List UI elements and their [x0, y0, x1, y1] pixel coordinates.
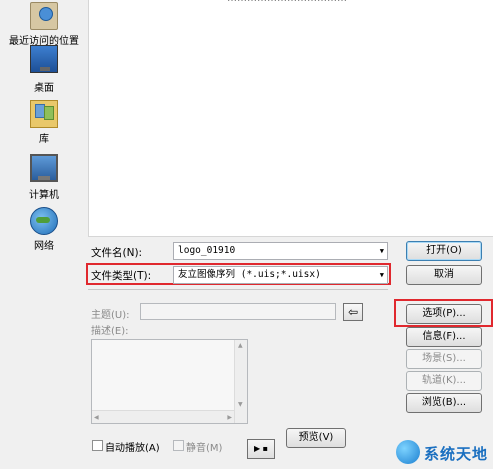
file-list-pane[interactable]: ………………………………: [88, 0, 493, 237]
libraries-icon: [30, 100, 58, 128]
watermark: 系统天地: [388, 437, 493, 469]
info-button[interactable]: 信息(F)...: [406, 327, 482, 347]
subject-input[interactable]: [140, 303, 336, 320]
place-network-label: 网络: [34, 241, 54, 252]
scroll-up-icon[interactable]: ▲: [238, 342, 243, 349]
track-button[interactable]: 轨道(K)...: [406, 371, 482, 391]
filename-label: 文件名(N):: [91, 247, 143, 259]
scroll-left-icon[interactable]: ◀: [94, 414, 99, 421]
place-desktop-label: 桌面: [34, 83, 54, 94]
description-label: 描述(E):: [91, 326, 129, 337]
place-recent[interactable]: 最近访问的位置: [0, 2, 88, 47]
filename-value: logo_01910: [178, 245, 236, 256]
filetype-label: 文件类型(T):: [91, 270, 152, 282]
network-icon: [30, 207, 58, 235]
preview-button[interactable]: 预览(V): [286, 428, 346, 448]
autoplay-checkbox[interactable]: [92, 440, 103, 451]
filetype-value-ext: (*.uis;*.uisx): [235, 269, 321, 280]
scene-button[interactable]: 场景(S)...: [406, 349, 482, 369]
divider: [88, 289, 388, 290]
chevron-down-icon[interactable]: ▼: [380, 243, 384, 259]
computer-icon: [30, 154, 58, 182]
arrow-left-icon: ⇦: [347, 305, 359, 319]
mute-label: 静音(M): [186, 443, 223, 454]
recent-places-icon: [30, 2, 58, 30]
browse-button[interactable]: 浏览(B)...: [406, 393, 482, 413]
open-button[interactable]: 打开(O): [406, 241, 482, 261]
place-libraries-label: 库: [39, 134, 49, 145]
autoplay-label: 自动播放(A): [105, 443, 160, 454]
watermark-logo-icon: [396, 440, 420, 464]
place-libraries[interactable]: 库: [0, 100, 88, 145]
place-desktop[interactable]: 桌面: [0, 45, 88, 94]
chevron-down-icon[interactable]: ▼: [380, 267, 384, 283]
open-file-dialog: 最近访问的位置 桌面 库 计算机 网络 ……………………………… 文件名(N):…: [0, 0, 493, 469]
filetype-value-name: 友立图像序列: [178, 269, 236, 280]
back-arrow-button[interactable]: ⇦: [343, 303, 363, 321]
place-computer-label: 计算机: [29, 190, 59, 201]
filetype-combobox[interactable]: 友立图像序列 (*.uis;*.uisx) ▼: [173, 266, 388, 284]
subject-label: 主题(U):: [91, 310, 130, 321]
file-list-partial-text: ………………………………: [227, 0, 387, 2]
options-button[interactable]: 选项(P)...: [406, 304, 482, 324]
description-textarea[interactable]: ▲ ▼ ◀ ▶: [91, 339, 248, 424]
scroll-down-icon[interactable]: ▼: [238, 401, 243, 408]
watermark-text: 系统天地: [424, 445, 489, 463]
places-bar: 最近访问的位置 桌面 库 计算机 网络: [0, 0, 88, 290]
place-computer[interactable]: 计算机: [0, 154, 88, 201]
play-button[interactable]: ▶ ▪: [247, 439, 275, 459]
scroll-right-icon[interactable]: ▶: [227, 414, 232, 421]
vertical-scrollbar[interactable]: ▲ ▼: [234, 340, 247, 423]
desktop-icon: [30, 45, 58, 73]
place-network[interactable]: 网络: [0, 207, 88, 252]
mute-checkbox[interactable]: [173, 440, 184, 451]
cancel-button[interactable]: 取消: [406, 265, 482, 285]
filename-combobox[interactable]: logo_01910 ▼: [173, 242, 388, 260]
horizontal-scrollbar[interactable]: ◀ ▶: [92, 410, 234, 423]
